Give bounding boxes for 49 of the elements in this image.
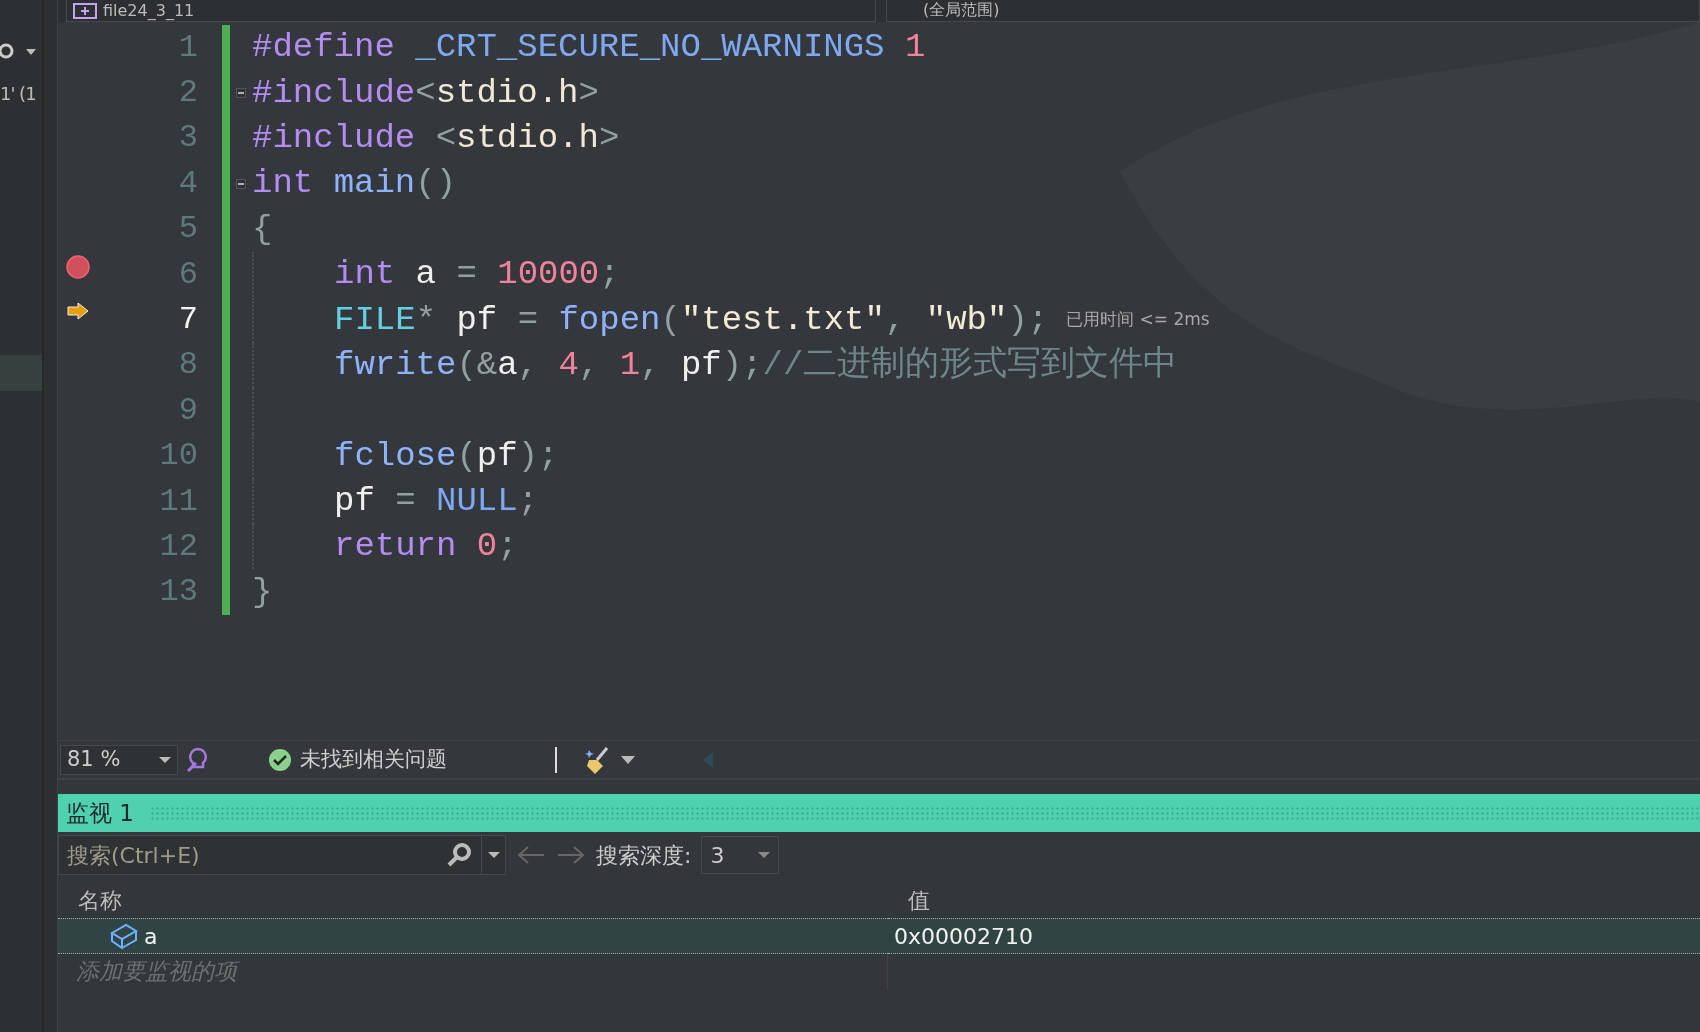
line-number: 12 — [158, 527, 198, 567]
code-line: pf = NULL; — [252, 479, 539, 525]
line-number: 2 — [177, 73, 198, 114]
code-line: #include<stdio.h> — [252, 72, 599, 114]
code-line: FILE* pf = fopen("test.txt", "wb"); — [252, 297, 1049, 343]
collapse-icon[interactable] — [236, 178, 246, 189]
line-number: 4 — [177, 163, 198, 204]
column-header: 名称 — [77, 887, 123, 915]
code-line: #define _CRT_SECURE_NO_WARNINGS 1 — [252, 27, 926, 69]
watch-value: 0x00002710 — [888, 918, 1700, 954]
timing-hint: 已用时间 <= 2ms — [1066, 308, 1210, 332]
line-number: 3 — [177, 118, 198, 159]
line-number: 9 — [177, 390, 198, 431]
code-line: { — [252, 208, 273, 250]
depth-dropdown[interactable]: 3 — [701, 836, 780, 874]
cube-icon — [110, 923, 138, 949]
line-number: 6 — [177, 254, 198, 295]
caret-icon — [159, 755, 171, 764]
line-number: 1 — [177, 27, 198, 68]
search-field[interactable]: 搜索(Ctrl+E) — [58, 835, 482, 875]
variable-name: a — [144, 922, 158, 951]
column-header: 值 — [907, 887, 931, 915]
line-number: 8 — [177, 345, 198, 386]
panel-title: 监视 1 — [66, 798, 134, 828]
code-line: } — [252, 571, 273, 613]
line-number: 5 — [177, 209, 198, 250]
code-line: return 0; — [252, 524, 518, 570]
caret-icon[interactable] — [621, 754, 635, 765]
project-icon — [73, 2, 97, 19]
code-line: int main() — [252, 163, 457, 205]
side-text: 1' (1 — [0, 82, 37, 106]
caret-icon — [487, 851, 500, 859]
dropdown-button[interactable] — [482, 835, 506, 875]
line-number: 13 — [158, 572, 198, 613]
selected-row-highlight — [0, 355, 42, 391]
line-number: 11 — [158, 481, 198, 522]
collapse-icon[interactable] — [236, 88, 246, 99]
caret-icon — [758, 851, 771, 859]
zoom-dropdown[interactable]: 81 % — [60, 744, 178, 775]
issues-text: 未找到相关问题 — [300, 745, 447, 773]
depth-label: 搜索深度: — [596, 841, 692, 870]
check-icon — [268, 747, 292, 772]
watch-row[interactable]: a — [58, 918, 888, 954]
code-line: fwrite(&a, 4, 1, pf);//二进制的形式写到文件中 — [252, 342, 1178, 388]
code-line: fclose(pf); — [252, 433, 559, 479]
line-number: 10 — [158, 436, 198, 477]
line-number: 7 — [177, 300, 198, 341]
code-line: int a = 10000; — [252, 252, 620, 298]
code-line: #include <stdio.h> — [252, 117, 620, 159]
